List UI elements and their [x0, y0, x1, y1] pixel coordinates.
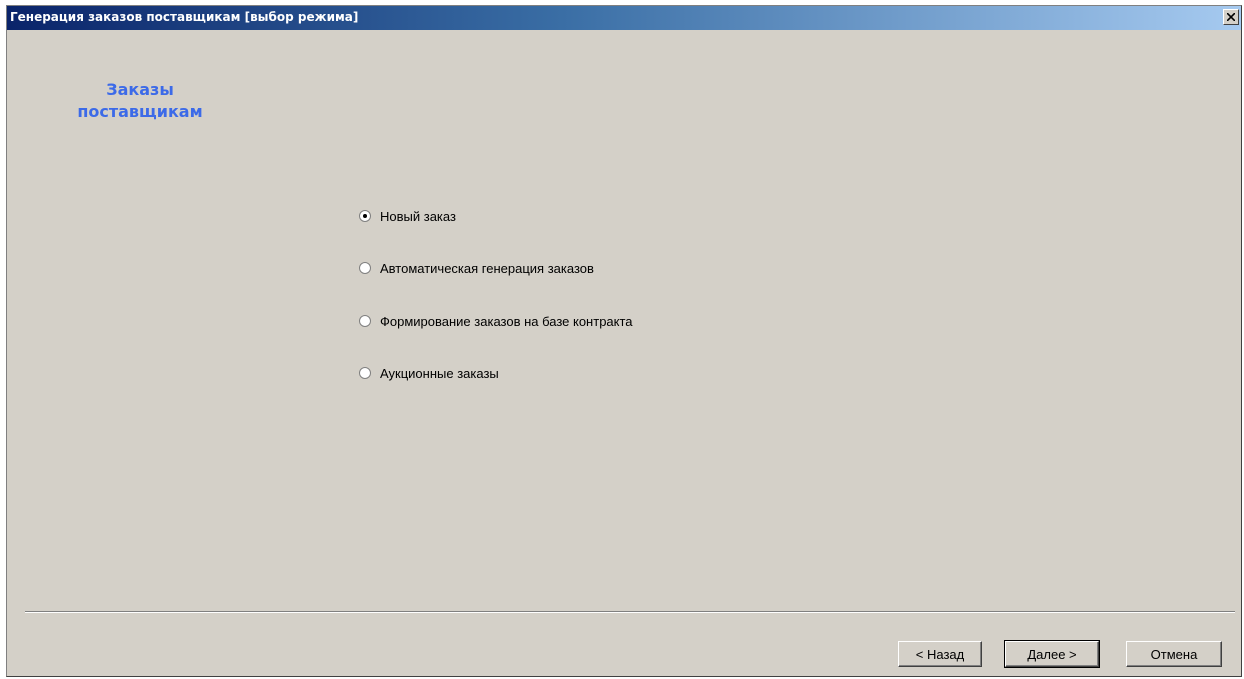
title-bar[interactable]: Генерация заказов поставщикам [выбор реж… — [7, 6, 1241, 30]
window-title: Генерация заказов поставщикам [выбор реж… — [10, 10, 359, 24]
heading-line-2: поставщикам — [77, 102, 203, 121]
radio-label: Аукционные заказы — [380, 365, 499, 381]
radio-option-auto-generation[interactable]: Автоматическая генерация заказов — [359, 259, 594, 277]
heading-line-1: Заказы — [106, 80, 174, 99]
radio-button[interactable] — [359, 315, 371, 327]
radio-button-checked[interactable] — [359, 210, 371, 222]
wizard-dialog: Генерация заказов поставщикам [выбор реж… — [6, 5, 1242, 677]
radio-button[interactable] — [359, 262, 371, 274]
radio-icon — [359, 262, 371, 274]
close-icon — [1227, 13, 1235, 21]
radio-icon — [359, 210, 371, 222]
radio-option-contract-based[interactable]: Формирование заказов на базе контракта — [359, 312, 633, 330]
back-button[interactable]: < Назад — [898, 641, 982, 667]
close-button[interactable] — [1223, 9, 1239, 25]
next-button[interactable]: Далее > — [1004, 640, 1100, 668]
radio-button[interactable] — [359, 367, 371, 379]
footer-separator — [25, 611, 1235, 613]
radio-label: Формирование заказов на базе контракта — [380, 313, 633, 329]
radio-label: Новый заказ — [380, 208, 456, 224]
page-heading: Заказы поставщикам — [55, 79, 225, 123]
radio-icon — [359, 315, 371, 327]
radio-icon — [359, 367, 371, 379]
cancel-button[interactable]: Отмена — [1126, 641, 1222, 667]
radio-option-new-order[interactable]: Новый заказ — [359, 207, 456, 225]
radio-label: Автоматическая генерация заказов — [380, 260, 594, 276]
radio-option-auction-orders[interactable]: Аукционные заказы — [359, 364, 499, 382]
